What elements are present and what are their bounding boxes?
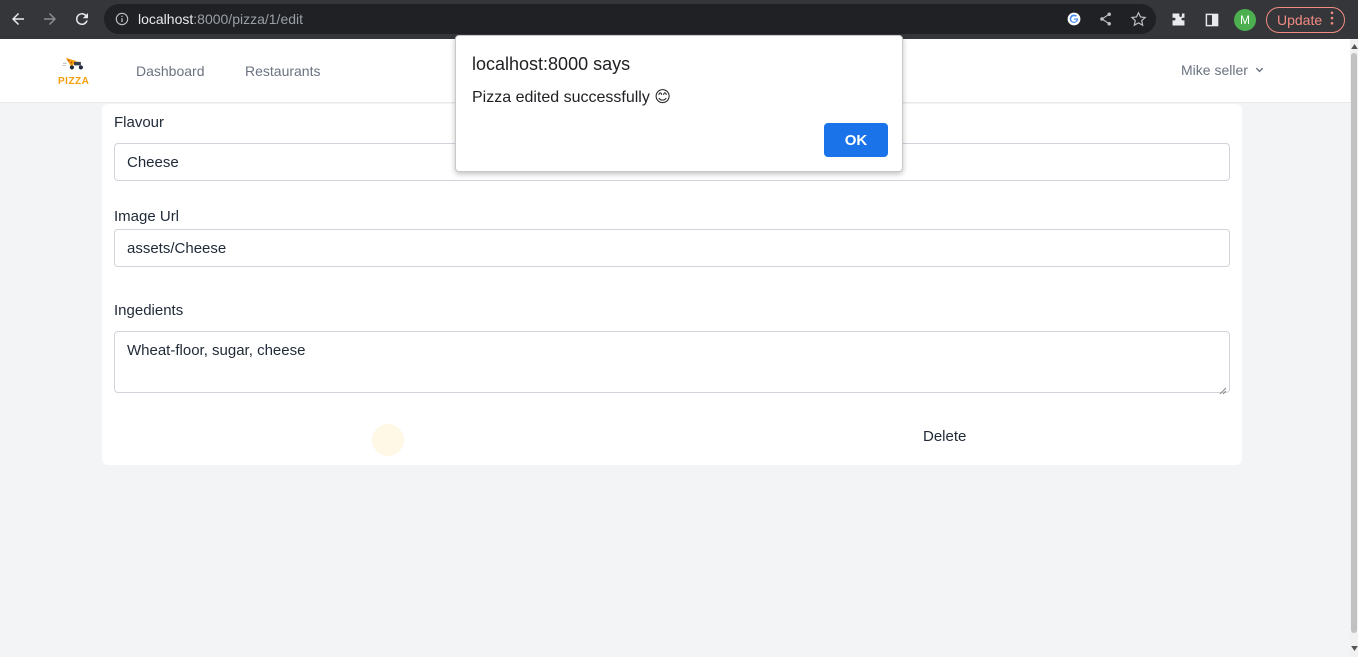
ingredients-value: Wheat-floor, sugar, cheese [127, 342, 306, 359]
url-path: :8000/pizza/1/edit [193, 11, 304, 27]
alert-dialog: localhost:8000 says Pizza edited success… [455, 35, 903, 172]
update-button[interactable]: Update [1266, 6, 1346, 33]
forward-icon[interactable] [34, 3, 66, 35]
ok-button[interactable]: OK [824, 123, 888, 157]
image-url-label: Image Url [114, 208, 180, 225]
url-text: localhost:8000/pizza/1/edit [138, 11, 303, 27]
share-icon[interactable] [1096, 9, 1116, 29]
image-url-value: assets/Cheese [127, 239, 227, 257]
profile-avatar[interactable]: M [1234, 8, 1256, 31]
extensions-puzzle-icon[interactable] [1166, 8, 1190, 32]
scroll-down-icon[interactable] [1350, 643, 1358, 653]
ingredients-textarea[interactable]: Wheat-floor, sugar, cheese [114, 331, 1230, 395]
user-menu[interactable]: Mike seller [1181, 62, 1265, 78]
click-ripple [372, 424, 404, 456]
flavour-value: Cheese [127, 153, 179, 171]
update-label: Update [1277, 11, 1323, 28]
ingredients-label: Ingedients [114, 302, 184, 319]
side-panel-icon[interactable] [1200, 8, 1224, 32]
google-icon[interactable] [1064, 9, 1084, 29]
scrollbar-thumb[interactable] [1351, 53, 1357, 633]
more-vert-icon [1330, 11, 1334, 28]
site-info-icon[interactable] [114, 11, 130, 27]
back-icon[interactable] [2, 3, 34, 35]
user-name: Mike seller [1181, 62, 1248, 78]
alert-message: Pizza edited successfully 😊 [472, 89, 671, 106]
page-scrollbar[interactable] [1350, 39, 1358, 657]
image-url-input[interactable]: assets/Cheese [114, 229, 1230, 267]
reload-icon[interactable] [66, 3, 98, 35]
star-bookmark-icon[interactable] [1128, 9, 1148, 29]
delete-button[interactable]: Delete [923, 428, 966, 445]
address-bar[interactable]: localhost:8000/pizza/1/edit [104, 4, 1156, 34]
logo-text: PIZZA [58, 76, 90, 87]
alert-title: localhost:8000 says [472, 54, 631, 74]
flavour-label: Flavour [114, 114, 165, 131]
url-host: localhost [138, 11, 194, 27]
nav-link-dashboard[interactable]: Dashboard [136, 63, 205, 79]
browser-toolbar: localhost:8000/pizza/1/edit M Update [0, 0, 1358, 39]
nav-link-restaurants[interactable]: Restaurants [245, 63, 320, 79]
scroll-up-icon[interactable] [1350, 41, 1358, 51]
chevron-down-icon [1254, 62, 1265, 78]
resize-grip-icon[interactable] [1219, 382, 1227, 395]
